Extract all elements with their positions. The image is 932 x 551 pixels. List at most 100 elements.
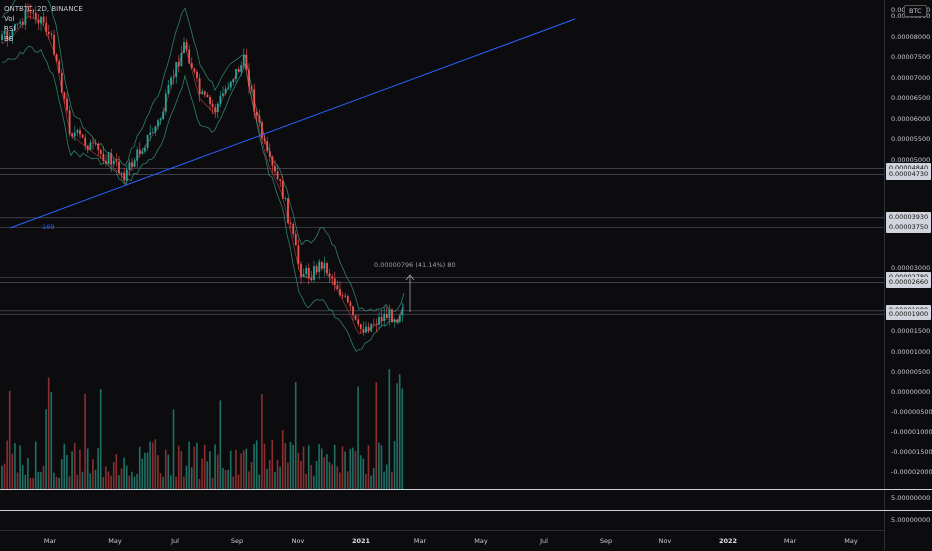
candle-body <box>248 69 250 87</box>
volume-bar <box>19 445 21 489</box>
candle-body <box>372 323 375 325</box>
volume-bar <box>193 446 196 489</box>
volume-bar <box>344 451 346 489</box>
bb-upper-band <box>1 0 405 313</box>
volume-bar <box>331 464 333 489</box>
legend-bb[interactable]: BB <box>4 34 83 44</box>
price-level-badge[interactable]: 0.00001900 <box>886 308 931 320</box>
candle-body <box>201 91 204 95</box>
volume-bar <box>53 472 55 489</box>
volume-bar <box>300 460 302 489</box>
candle-body <box>177 61 180 67</box>
volume-bar <box>310 464 313 489</box>
volume-bar <box>180 451 183 489</box>
volume-bar <box>279 466 281 489</box>
time-axis-label: May <box>474 537 488 545</box>
candle-body <box>133 160 136 167</box>
volume-bar <box>258 474 261 489</box>
candle-body <box>365 326 367 333</box>
volume-bar <box>99 389 102 489</box>
candle-body <box>305 267 308 275</box>
volume-bar <box>357 386 359 489</box>
candle-body <box>125 169 128 181</box>
price-axis-label: 0.00007000 <box>891 73 931 82</box>
time-axis[interactable]: Mar May Jul Sep Nov 2021 Mar May Jul Sep Nov 2022 Ma… <box>0 530 884 551</box>
candle-body <box>131 162 133 167</box>
price-axis[interactable]: 0.00009000 0.000085000.000080000.0000750… <box>884 0 932 550</box>
volume-bar <box>315 460 318 489</box>
candle-body <box>284 198 287 199</box>
candle-body <box>281 181 284 199</box>
volume-bar <box>318 444 320 489</box>
candle-body <box>167 85 170 94</box>
candle-body <box>159 118 162 121</box>
volume-bar <box>118 475 120 489</box>
candle-body <box>370 323 373 332</box>
legend-vol[interactable]: Vol <box>4 14 83 24</box>
pane-separator-2[interactable] <box>0 510 932 511</box>
candle-body <box>302 274 305 277</box>
volume-bar <box>365 474 367 489</box>
candle-body <box>144 147 146 152</box>
candle-body <box>164 93 167 112</box>
volume-bar <box>125 465 128 489</box>
candle-body <box>76 130 79 133</box>
symbol-title[interactable]: ONTBTC, 2D, BINANCE <box>4 4 83 14</box>
candle-body <box>393 319 396 323</box>
volume-bar <box>55 476 58 489</box>
volume-bar <box>107 471 110 489</box>
candle-body <box>268 151 271 157</box>
volume-bar <box>50 391 53 489</box>
candle-body <box>297 245 300 264</box>
candle-body <box>196 71 198 79</box>
candle-body <box>219 95 222 104</box>
time-axis-label: 2022 <box>718 537 738 545</box>
candle-body <box>115 160 118 162</box>
volume-bar <box>287 462 289 489</box>
volume-bar <box>149 441 151 489</box>
chart-area[interactable] <box>0 0 884 550</box>
volume-bar <box>385 464 388 489</box>
volume-bar <box>354 450 357 489</box>
candle-body <box>203 91 206 95</box>
currency-badge[interactable]: BTC <box>904 5 927 17</box>
volume-bar <box>263 443 266 489</box>
candle-body <box>157 120 159 127</box>
volume-bar <box>24 474 27 489</box>
price-level-badge[interactable]: 0.00004730 <box>886 169 931 181</box>
volume-bar <box>292 445 294 489</box>
volume-bar <box>380 445 383 489</box>
price-level-badge[interactable]: 0.00003750 <box>886 222 931 233</box>
volume-bar <box>157 455 159 489</box>
pane-separator-1[interactable] <box>0 489 932 490</box>
candle-body <box>339 289 341 296</box>
candle-body <box>344 295 347 297</box>
volume-bar <box>222 468 224 489</box>
candle-body <box>60 72 63 93</box>
candle-body <box>240 65 243 72</box>
time-axis-label: May <box>108 537 122 545</box>
candle-body <box>66 98 68 111</box>
volume-bar <box>229 450 232 489</box>
lower-pane-value-2: 5.00000000 <box>891 516 931 524</box>
candle-body <box>172 77 175 78</box>
volume-bar <box>172 409 175 489</box>
volume-bar <box>206 461 209 489</box>
candle-body <box>380 316 383 321</box>
volume-bar <box>209 451 211 489</box>
volume-bar <box>92 459 94 489</box>
volume-bar <box>297 452 300 489</box>
volume-bar <box>198 478 201 489</box>
candle-body <box>81 134 84 138</box>
volume-bar <box>352 447 354 489</box>
candle-body <box>328 273 331 277</box>
price-level-badge[interactable]: 0.00002660 <box>886 276 931 288</box>
volume-bar <box>110 475 112 489</box>
candle-body <box>232 79 235 83</box>
volume-bar <box>245 448 248 489</box>
volume-bar <box>1 465 3 489</box>
volume-bar <box>112 462 115 489</box>
legend-rsi[interactable]: RSI <box>4 24 83 34</box>
candle-body <box>242 54 245 66</box>
candle-body <box>120 172 123 174</box>
